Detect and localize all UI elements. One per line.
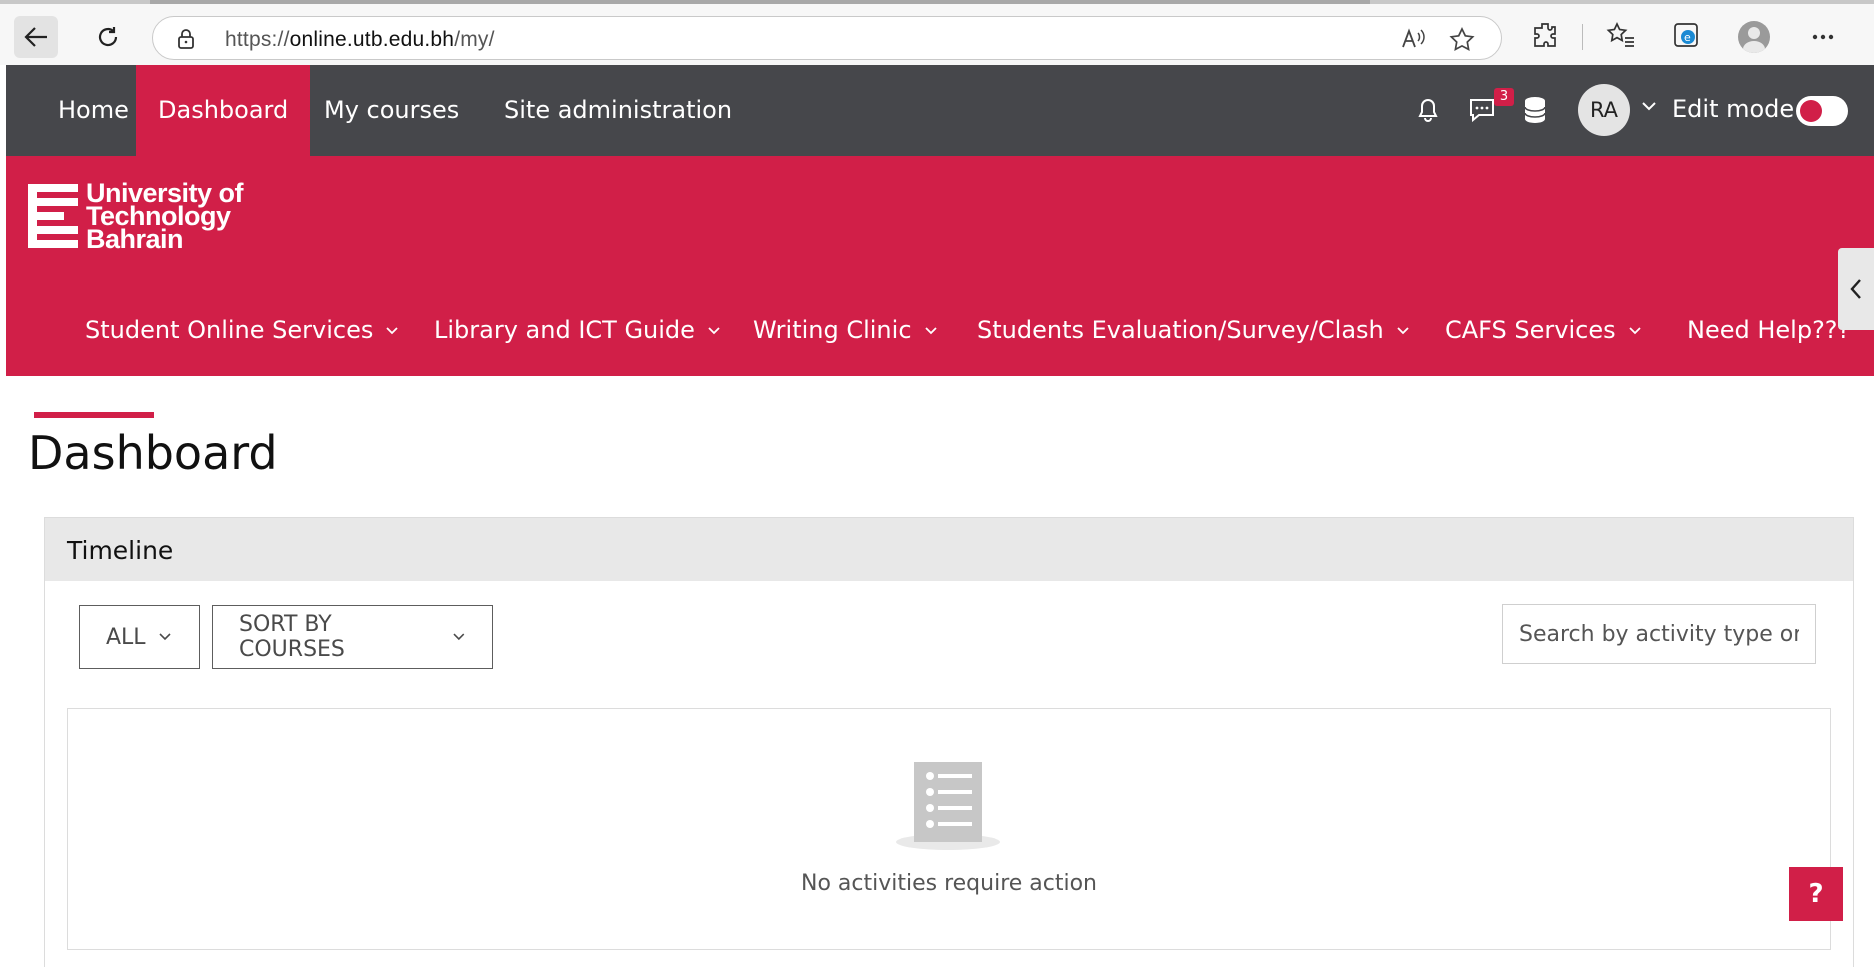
extensions-icon[interactable] xyxy=(1532,21,1558,49)
edit-mode-label: Edit mode xyxy=(1672,95,1795,123)
chevron-down-icon xyxy=(159,633,171,641)
arrow-left-icon xyxy=(24,27,47,47)
activities-list-icon xyxy=(896,762,1000,850)
menu-label: Student Online Services xyxy=(85,316,374,344)
menu-student-online-services[interactable]: Student Online Services xyxy=(85,316,399,344)
edit-mode-toggle[interactable] xyxy=(1796,96,1848,126)
read-aloud-icon[interactable] xyxy=(1401,27,1427,51)
page-title: Dashboard xyxy=(28,426,278,480)
chevron-left-icon xyxy=(1850,279,1861,299)
menu-students-evaluation[interactable]: Students Evaluation/Survey/Clash xyxy=(977,316,1410,344)
bell-icon[interactable] xyxy=(1417,97,1439,123)
menu-label: Library and ICT Guide xyxy=(434,316,695,344)
utb-logo-icon[interactable] xyxy=(28,184,78,248)
menu-library-ict-guide[interactable]: Library and ICT Guide xyxy=(434,316,721,344)
lock-icon xyxy=(178,29,194,49)
nav-home[interactable]: Home xyxy=(36,65,151,156)
chevron-down-icon xyxy=(386,327,398,335)
messages-icon[interactable] xyxy=(1468,97,1496,123)
timeline-sort-dropdown[interactable]: SORT BY COURSES xyxy=(212,605,493,669)
chevron-down-icon xyxy=(453,633,465,641)
toolbar-divider xyxy=(1582,24,1583,50)
messages-count-badge: 3 xyxy=(1494,88,1514,106)
menu-label: Writing Clinic xyxy=(753,316,912,344)
favorites-icon[interactable] xyxy=(1606,21,1636,49)
logo-line-3: Bahrain xyxy=(86,224,184,254)
chevron-down-icon[interactable] xyxy=(1641,100,1657,112)
browser-toolbar: https://online.utb.edu.bh/my/ e xyxy=(0,0,1874,65)
profile-avatar-icon[interactable] xyxy=(1738,21,1770,53)
chevron-down-icon xyxy=(708,327,720,335)
nav-my-courses[interactable]: My courses xyxy=(302,65,481,156)
back-button[interactable] xyxy=(14,16,58,58)
nav-dashboard[interactable]: Dashboard xyxy=(136,65,311,156)
favorite-star-icon[interactable] xyxy=(1449,27,1475,51)
nav-site-administration[interactable]: Site administration xyxy=(482,65,754,156)
user-avatar[interactable]: RA xyxy=(1578,84,1630,136)
help-button[interactable]: ? xyxy=(1789,867,1843,921)
menu-writing-clinic[interactable]: Writing Clinic xyxy=(753,316,938,344)
chevron-down-icon xyxy=(924,327,937,335)
empty-state-message: No activities require action xyxy=(800,871,1097,896)
address-bar[interactable]: https://online.utb.edu.bh/my/ xyxy=(152,16,1502,60)
menu-label: Students Evaluation/Survey/Clash xyxy=(977,316,1384,344)
logo-text[interactable]: University of Technology Bahrain xyxy=(86,180,244,254)
site-header: University of Technology Bahrain Student… xyxy=(6,156,1874,376)
title-accent-bar xyxy=(34,412,154,418)
reload-button[interactable] xyxy=(86,16,130,58)
filter-label: ALL xyxy=(106,624,146,650)
url-text[interactable]: https://online.utb.edu.bh/my/ xyxy=(225,28,495,52)
tab-strip xyxy=(150,0,1370,4)
drawer-toggle-button[interactable] xyxy=(1838,248,1874,330)
reload-icon xyxy=(98,27,118,47)
timeline-title: Timeline xyxy=(67,536,174,565)
svg-text:e: e xyxy=(1684,31,1691,44)
menu-label: CAFS Services xyxy=(1445,316,1616,344)
menu-need-help[interactable]: Need Help??? xyxy=(1687,316,1850,344)
timeline-block-header: Timeline xyxy=(45,518,1853,581)
timeline-search-input[interactable] xyxy=(1502,604,1816,664)
sort-label: SORT BY COURSES xyxy=(239,612,345,662)
database-icon[interactable] xyxy=(1523,96,1547,124)
collections-icon[interactable]: e xyxy=(1672,21,1702,49)
timeline-filter-dropdown[interactable]: ALL xyxy=(79,605,200,669)
chevron-down-icon xyxy=(1628,327,1641,335)
more-options-icon[interactable] xyxy=(1812,34,1834,40)
menu-cafs-services[interactable]: CAFS Services xyxy=(1445,316,1642,344)
chevron-down-icon xyxy=(1397,327,1409,335)
